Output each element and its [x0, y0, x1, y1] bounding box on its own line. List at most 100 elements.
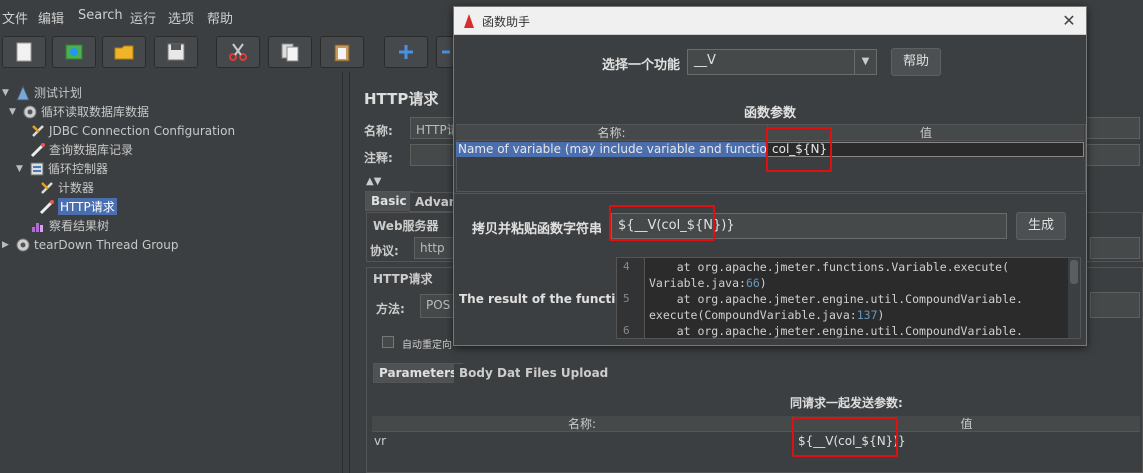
- tab-files-upload[interactable]: Files Upload: [520, 364, 614, 384]
- tree-item[interactable]: HTTP请求: [36, 197, 117, 216]
- paste-icon: [334, 44, 350, 62]
- code-line: at org.apache.jmeter.engine.util.Compoun…: [649, 324, 1023, 338]
- tree-item[interactable]: JDBC Connection Configuration: [27, 121, 235, 140]
- save-button[interactable]: [154, 36, 198, 68]
- path-field[interactable]: [1090, 292, 1140, 318]
- copy-icon: [281, 43, 299, 62]
- collapsed-arrow-icon[interactable]: ▶: [2, 240, 12, 250]
- http-request-label: HTTP请求: [373, 272, 433, 286]
- panel-title: HTTP请求: [364, 90, 439, 108]
- code-line: at org.apache.jmeter.functions.Variable.…: [649, 260, 1010, 274]
- tree-item[interactable]: ▼ 测试计划: [2, 83, 82, 102]
- open-icon: [114, 45, 134, 60]
- function-string-field[interactable]: ${__V(col_${N})}: [611, 213, 1007, 239]
- menu-run[interactable]: 运行: [130, 8, 156, 27]
- new-icon: [16, 42, 32, 62]
- thread-group-icon: [22, 104, 38, 120]
- menu-help[interactable]: 帮助: [207, 8, 233, 27]
- menu-edit[interactable]: 编辑: [38, 8, 64, 27]
- fn-params-col-value: 值: [767, 125, 1084, 141]
- function-select[interactable]: __V ▼: [687, 49, 877, 75]
- expand-button[interactable]: [384, 36, 428, 68]
- tree-item-label: tearDown Thread Group: [34, 237, 179, 252]
- line-number: 5: [623, 292, 630, 305]
- chevron-down-icon: ▼: [854, 50, 876, 74]
- sampler-icon: [39, 199, 55, 215]
- code-line: at org.apache.jmeter.engine.util.Compoun…: [649, 292, 1023, 306]
- function-select-value: __V: [694, 53, 716, 68]
- auto-redirect-label: 自动重定向: [402, 340, 452, 351]
- tree-item-label: 查询数据库记录: [49, 143, 134, 157]
- web-server-label: Web服务器: [373, 219, 439, 233]
- line-number-ref: 137: [856, 308, 878, 322]
- tree-item[interactable]: ▼ 循环读取数据库数据: [9, 102, 149, 121]
- tab-parameters[interactable]: Parameters: [373, 363, 464, 383]
- open-button[interactable]: [102, 36, 146, 68]
- fn-params-col-name: 名称:: [456, 125, 767, 141]
- tree-item-label: 循环读取数据库数据: [41, 105, 150, 119]
- test-plan-tree: ▼ 测试计划 ▼ 循环读取数据库数据 JDBC Connection Configura…: [0, 72, 342, 473]
- name-label: 名称:: [364, 124, 393, 138]
- config-icon: [39, 180, 55, 196]
- scrollbar-thumb[interactable]: [1070, 260, 1078, 284]
- paste-button[interactable]: [320, 36, 364, 68]
- params-header: 同请求一起发送参数:: [790, 396, 903, 410]
- splitter[interactable]: [342, 72, 350, 473]
- plus-icon: [399, 45, 413, 59]
- tree-item-label: 循环控制器: [48, 162, 109, 176]
- cut-button[interactable]: [216, 36, 260, 68]
- tree-item[interactable]: ▼ 循环控制器: [16, 159, 108, 178]
- collapse-arrows-icon[interactable]: ▲▼: [366, 176, 381, 187]
- params-title: 函数参数: [744, 106, 797, 121]
- divider: [454, 193, 1086, 194]
- tree-item[interactable]: ▶ tearDown Thread Group: [2, 235, 179, 254]
- dialog-titlebar: 函数助手 ✕: [454, 7, 1086, 35]
- auto-redirect-checkbox[interactable]: [382, 336, 394, 348]
- dialog-title: 函数助手: [482, 15, 531, 29]
- port-field[interactable]: [1090, 237, 1140, 259]
- tree-item[interactable]: 查询数据库记录: [27, 140, 133, 159]
- param-row-value[interactable]: ${__V(col_${N})}: [798, 434, 906, 448]
- param-row-name[interactable]: vr: [374, 434, 386, 448]
- tree-item-label: 测试计划: [34, 86, 83, 100]
- menu-options[interactable]: 选项: [168, 8, 194, 27]
- test-plan-icon: [15, 84, 31, 101]
- listener-icon: [30, 218, 46, 234]
- tab-basic[interactable]: Basic: [365, 191, 413, 211]
- tree-item-label: JDBC Connection Configuration: [49, 123, 236, 138]
- close-icon[interactable]: ✕: [1060, 11, 1078, 30]
- scrollbar[interactable]: [1068, 258, 1080, 338]
- menu-file[interactable]: 文件: [2, 8, 28, 27]
- expanded-arrow-icon[interactable]: ▼: [9, 107, 19, 117]
- sampler-icon: [30, 142, 46, 158]
- fn-param-name[interactable]: Name of variable (may include variable a…: [456, 142, 767, 157]
- save-icon: [167, 43, 185, 61]
- tree-item[interactable]: 计数器: [36, 178, 94, 197]
- new-button[interactable]: [2, 36, 46, 68]
- tree-item-label: 计数器: [58, 181, 95, 195]
- expanded-arrow-icon[interactable]: ▼: [2, 88, 12, 98]
- params-col-value: 值: [792, 416, 1140, 432]
- tree-item-label: 察看结果树: [49, 219, 110, 233]
- controller-icon: [29, 161, 45, 177]
- copy-label: 拷贝并粘贴函数字符串: [472, 222, 603, 237]
- params-col-name: 名称:: [372, 416, 792, 432]
- cut-icon: [229, 43, 247, 61]
- result-code-area[interactable]: 4 5 6 at org.apache.jmeter.functions.Varia…: [616, 257, 1081, 339]
- menu-search[interactable]: Search: [78, 8, 123, 23]
- copy-button[interactable]: [268, 36, 312, 68]
- line-number: 6: [623, 324, 630, 337]
- protocol-label: 协议:: [370, 244, 399, 258]
- tree-item[interactable]: 察看结果树: [27, 216, 109, 235]
- collapse-button[interactable]: [436, 36, 454, 68]
- fn-param-value[interactable]: col_${N}: [767, 142, 1084, 157]
- thread-group-icon: [15, 237, 31, 253]
- jmeter-icon: [464, 14, 474, 28]
- code-line: Variable.java:66): [649, 276, 767, 290]
- line-number-gutter: 4 5 6: [617, 258, 645, 338]
- expanded-arrow-icon[interactable]: ▼: [16, 164, 26, 174]
- minus-icon: [442, 50, 450, 54]
- templates-button[interactable]: [52, 36, 96, 68]
- help-button[interactable]: 帮助: [891, 48, 941, 76]
- generate-button[interactable]: 生成: [1016, 212, 1066, 240]
